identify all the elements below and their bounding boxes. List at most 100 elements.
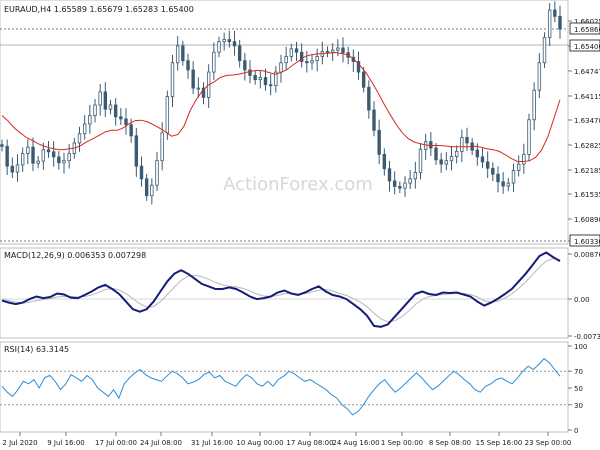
candle-body [139, 165, 144, 180]
price-tick-label: 1.62825 [574, 142, 600, 150]
candle-body [485, 161, 490, 169]
candle-body [491, 167, 495, 175]
candle-body [46, 149, 51, 153]
candle-body [542, 37, 547, 64]
time-tick-label: 24 Jul 08:00 [140, 439, 182, 447]
time-axis: 2 Jul 2020 9 Jul 16:00 17 Jul 00:00 24 Jul … [2, 432, 571, 447]
candle-body [460, 137, 464, 152]
rsi-header: RSI(14) 63.3145 [4, 345, 69, 354]
price-tick-label: 1.60330 [574, 238, 600, 246]
time-tick-label: 17 Aug 08:00 [286, 439, 333, 447]
candle-body [475, 149, 480, 158]
rsi-panel-frame [0, 341, 569, 433]
candle-body [413, 172, 418, 180]
macd-tick-label: 0.00 [574, 296, 590, 304]
rsi-panel: RSI(14) 63.3145 100 70 50 30 0 [0, 341, 587, 435]
rsi-tick-label: 0 [574, 427, 578, 435]
candle-body [387, 168, 392, 182]
rsi-tick-label: 100 [574, 343, 587, 351]
candle-body [434, 147, 438, 161]
candle-body [124, 118, 128, 126]
candle-body [227, 39, 232, 43]
candle-body [232, 41, 237, 47]
candle-body [341, 47, 345, 54]
candle-body [93, 104, 97, 116]
candle-body [506, 182, 511, 187]
candle-body [496, 173, 500, 183]
candle-body [134, 135, 139, 167]
candle-body [5, 145, 9, 167]
candle-body [191, 69, 195, 89]
rsi-tick-label: 50 [574, 385, 583, 393]
candle-body [15, 164, 20, 173]
macd-tick-label: -0.007367 [574, 333, 600, 341]
candle-body [160, 132, 164, 162]
top-price-marker-label: 1.65860 [574, 26, 600, 34]
price-tick-label: 1.64115 [574, 93, 600, 101]
candle-body [108, 104, 113, 110]
candle-body [398, 186, 402, 189]
candle-body [310, 60, 314, 64]
watermark: ActionForex.com [223, 174, 373, 195]
candle-body [403, 182, 407, 189]
rsi-tick-label: 70 [574, 368, 583, 376]
candle-body [501, 181, 505, 187]
chart-area: ActionForex.com EURAUD,H4 1.65589 1.6567… [0, 0, 600, 447]
candle-body [119, 116, 123, 120]
candle-body [263, 77, 268, 86]
candle-body [62, 160, 66, 164]
candle-body [88, 115, 92, 125]
candle-body [26, 146, 30, 154]
candle-body [522, 153, 526, 165]
candle-body [51, 151, 56, 158]
candle-body [315, 56, 319, 62]
price-panel: ActionForex.com EURAUD,H4 1.65589 1.6567… [0, 0, 600, 247]
macd-axis: 0.008761 0.00 -0.007367 [568, 251, 600, 341]
candle-body [150, 184, 154, 197]
time-tick-label: 17 Jul 00:00 [95, 439, 137, 447]
candle-body [31, 146, 35, 164]
candle-body [82, 123, 87, 135]
time-tick-label: 2 Jul 2020 [2, 439, 37, 447]
candle-body [57, 156, 61, 164]
candle-body [258, 77, 263, 81]
candle-body [103, 91, 108, 110]
candle-body [253, 75, 257, 81]
candle-body [284, 56, 288, 64]
candle-body [289, 48, 294, 57]
candle-body [144, 178, 149, 197]
candle-body [186, 60, 190, 71]
candle-body [294, 48, 299, 53]
candle-body [10, 165, 15, 173]
price-tick-label: 1.64747 [574, 68, 600, 76]
candle-body [367, 86, 371, 111]
time-tick-label: 15 Sep 16:00 [476, 439, 523, 447]
candle-body [222, 39, 226, 43]
candle-body [268, 84, 273, 87]
candle-body [196, 87, 201, 90]
candle-body [67, 153, 71, 162]
candle-body [175, 45, 180, 64]
candle-body [279, 62, 283, 73]
price-tick-label: 1.61535 [574, 191, 600, 199]
candle-body [113, 104, 118, 118]
time-tick-label: 9 Jul 16:00 [47, 439, 85, 447]
candle-body [212, 51, 216, 73]
price-tick-label: 1.63470 [574, 117, 600, 125]
candle-body [305, 61, 309, 64]
time-tick-label: 8 Sep 08:00 [429, 439, 471, 447]
price-header: EURAUD,H4 1.65589 1.65679 1.65283 1.6540… [4, 5, 194, 14]
candle-body [558, 15, 562, 30]
candle-body [36, 160, 40, 164]
candle-body [217, 41, 221, 53]
macd-header: MACD(12,26,9) 0.006353 0.007298 [4, 251, 146, 260]
time-tick-label: 10 Aug 00:00 [236, 439, 283, 447]
candle-body [336, 47, 340, 51]
candle-body [165, 96, 170, 134]
candle-body [170, 62, 175, 97]
price-panel-frame [0, 0, 569, 245]
candle-body [155, 160, 159, 186]
candle-body [98, 91, 102, 106]
candle-body [377, 129, 381, 155]
candle-body [449, 156, 454, 162]
